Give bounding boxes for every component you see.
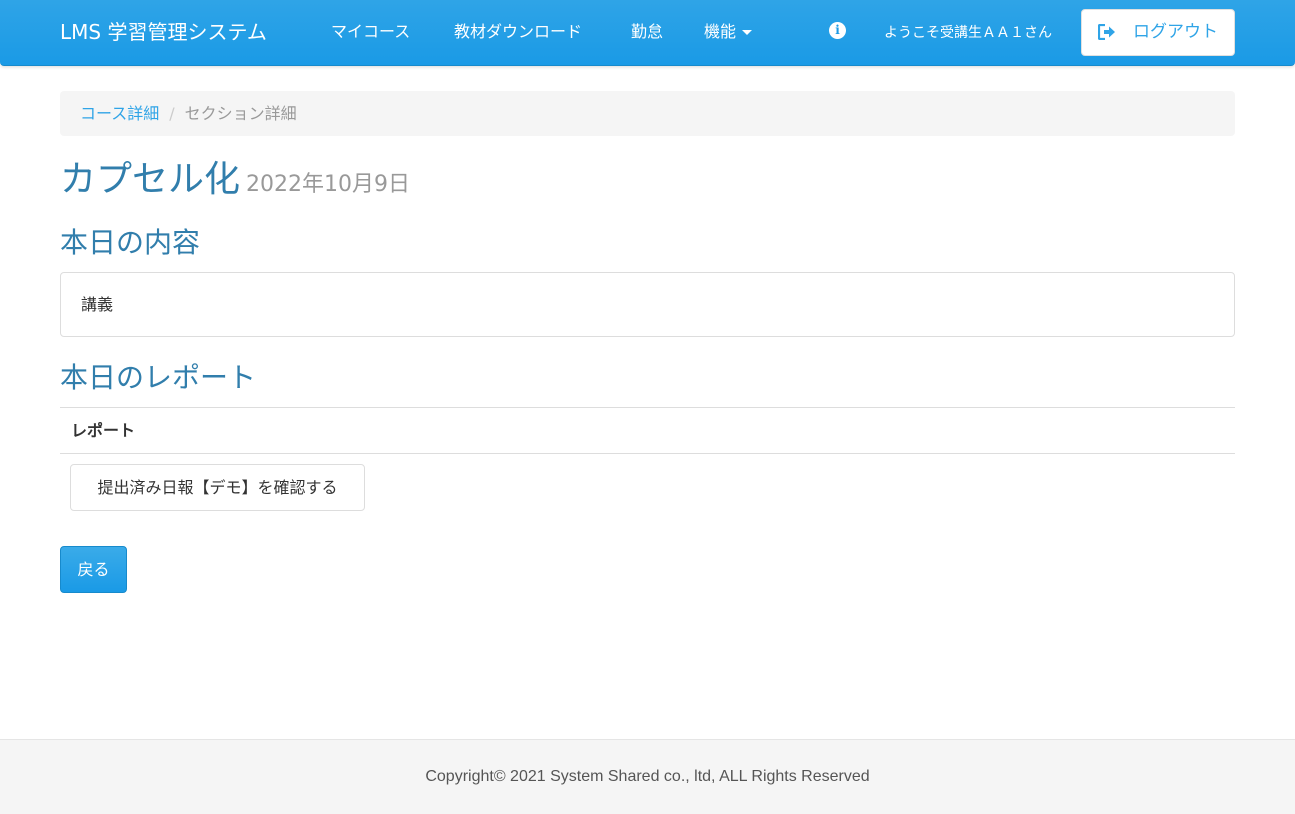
today-content-text: 講義 (81, 295, 114, 314)
report-table: レポート 提出済み日報【デモ】を確認する (60, 407, 1235, 511)
nav-functions-label: 機能 (704, 22, 737, 41)
today-content-heading: 本日の内容 (60, 226, 201, 259)
view-daily-report-button[interactable]: 提出済み日報【デモ】を確認する (70, 464, 365, 511)
nav-functions-dropdown[interactable]: 機能 (704, 21, 753, 43)
breadcrumb-current: セクション詳細 (184, 104, 297, 123)
breadcrumb-separator: / (169, 104, 175, 123)
section-title: カプセル化 (60, 159, 241, 200)
sign-out-icon (1098, 24, 1115, 40)
nav-attendance[interactable]: 勤怠 (631, 21, 663, 43)
today-report-heading: 本日のレポート (60, 361, 257, 394)
report-column-header: レポート (60, 407, 1235, 454)
today-content-box: 講義 (60, 272, 1235, 337)
logout-button[interactable]: ログアウト (1081, 9, 1235, 56)
brand-title[interactable]: LMS 学習管理システム (60, 18, 267, 46)
footer-copyright: Copyright© 2021 System Shared co., ltd, … (425, 768, 870, 785)
footer: Copyright© 2021 System Shared co., ltd, … (0, 739, 1295, 814)
caret-down-icon (742, 30, 753, 35)
page-title: カプセル化 2022年10月9日 (60, 158, 410, 207)
top-navbar: LMS 学習管理システム マイコース 教材ダウンロード 勤怠 機能 i ようこそ… (0, 0, 1295, 66)
back-button[interactable]: 戻る (60, 546, 127, 593)
breadcrumb: コース詳細 / セクション詳細 (60, 91, 1235, 136)
nav-material-download[interactable]: 教材ダウンロード (454, 21, 582, 43)
nav-my-course[interactable]: マイコース (331, 21, 410, 43)
breadcrumb-course-detail[interactable]: コース詳細 (80, 104, 159, 123)
welcome-message: ようこそ受講生ＡＡ１さん (884, 25, 1052, 41)
info-circle-icon[interactable]: i (829, 22, 846, 39)
logout-label: ログアウト (1133, 22, 1218, 42)
section-date: 2022年10月9日 (246, 172, 410, 197)
